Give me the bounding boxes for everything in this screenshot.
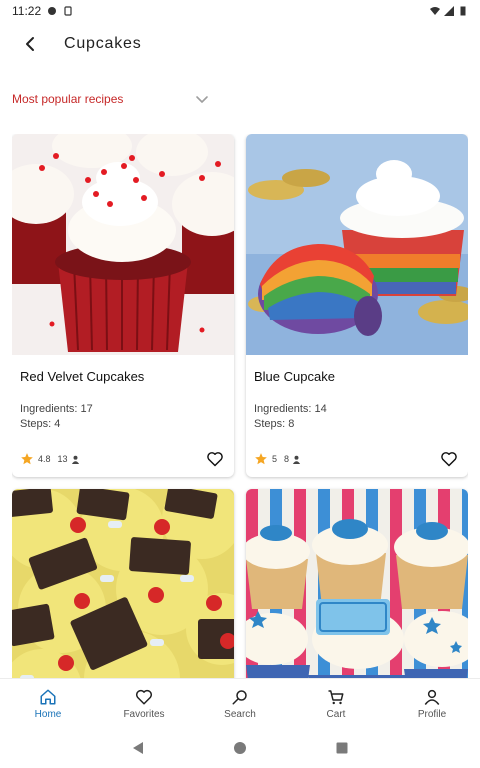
recipe-image <box>12 134 234 355</box>
bottom-nav: Home Favorites Search Cart Profile <box>0 678 480 728</box>
nav-home[interactable]: Home <box>0 679 96 728</box>
sort-dropdown[interactable]: Most popular recipes <box>12 86 210 112</box>
recipe-ingredients: Ingredients: 14 <box>254 403 327 415</box>
home-icon <box>40 689 56 704</box>
star-icon <box>255 453 267 465</box>
person-icon <box>424 689 440 705</box>
recipe-review-count: 13 <box>57 454 68 464</box>
nav-favorites[interactable]: Favorites <box>96 679 192 728</box>
system-recents-icon[interactable] <box>335 741 349 755</box>
star-icon <box>21 453 33 465</box>
recipe-title: Red Velvet Cupcakes <box>20 369 145 384</box>
back-button[interactable] <box>10 24 50 64</box>
nav-home-label: Home <box>34 708 62 720</box>
nav-search[interactable]: Search <box>192 679 288 728</box>
recipe-card-body: Blue Cupcake Ingredients: 14 Steps: 8 5 … <box>246 355 468 477</box>
system-nav-bar <box>0 728 480 768</box>
heart-icon <box>207 452 223 467</box>
recipe-rating: 4.8 <box>38 454 51 464</box>
nav-cart[interactable]: Cart <box>288 679 384 728</box>
nav-cart-label: Cart <box>326 708 346 720</box>
battery-icon <box>460 6 466 16</box>
search-icon <box>232 689 247 704</box>
recipe-card-red-velvet[interactable]: Red Velvet Cupcakes Ingredients: 17 Step… <box>12 134 234 477</box>
favorite-button[interactable] <box>204 449 226 469</box>
nav-favorites-label: Favorites <box>123 708 165 720</box>
recipe-title: Blue Cupcake <box>254 369 335 384</box>
recipe-image <box>12 489 234 678</box>
app-bar: Cupcakes <box>0 22 480 66</box>
wifi-icon <box>430 7 440 15</box>
recipe-image <box>246 134 468 355</box>
favorite-button[interactable] <box>438 449 460 469</box>
heart-icon <box>135 689 153 704</box>
person-icon <box>71 455 79 464</box>
system-home-icon[interactable] <box>233 741 247 755</box>
sort-dropdown-label: Most popular recipes <box>12 92 124 106</box>
status-bar: 11:22 <box>0 0 480 22</box>
chat-notification-icon <box>48 7 57 15</box>
page-title: Cupcakes <box>64 35 142 52</box>
recipe-card-blue-cupcake[interactable]: Blue Cupcake Ingredients: 14 Steps: 8 5 … <box>246 134 468 477</box>
recipe-footer: 5 8 <box>254 449 460 469</box>
recipe-image <box>246 489 468 678</box>
sim-notification-icon <box>64 6 72 16</box>
heart-icon <box>441 452 457 467</box>
recipe-ingredients: Ingredients: 17 <box>20 403 93 415</box>
recipe-card-3[interactable] <box>12 489 234 678</box>
recipe-steps: Steps: 8 <box>254 418 295 430</box>
system-back-icon[interactable] <box>131 741 145 755</box>
recipe-steps: Steps: 4 <box>20 418 61 430</box>
chevron-down-icon <box>196 96 208 103</box>
arrow-back-icon <box>26 37 34 51</box>
recipe-card-4[interactable] <box>246 489 468 678</box>
status-time: 11:22 <box>12 4 42 18</box>
person-icon <box>292 455 301 464</box>
recipe-review-count: 8 <box>284 454 290 464</box>
recipe-card-body: Red Velvet Cupcakes Ingredients: 17 Step… <box>12 355 234 477</box>
nav-profile-label: Profile <box>417 708 447 720</box>
nav-search-label: Search <box>224 708 256 720</box>
signal-icon <box>444 6 454 16</box>
recipe-rating: 5 <box>272 454 278 464</box>
nav-profile[interactable]: Profile <box>384 679 480 728</box>
recipe-footer: 4.8 13 <box>20 449 226 469</box>
recipe-grid: Red Velvet Cupcakes Ingredients: 17 Step… <box>12 134 468 678</box>
cart-icon <box>328 689 344 704</box>
